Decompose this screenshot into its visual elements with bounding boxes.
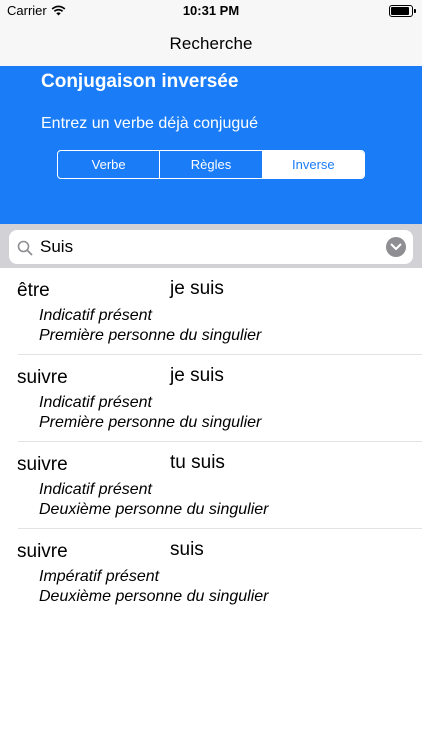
chevron-glyph [390, 243, 402, 250]
segment-inverse[interactable]: Inverse [262, 151, 364, 178]
header-subtitle: Entrez un verbe déjà conjugué [41, 115, 259, 132]
result-verb: suivre [17, 367, 68, 388]
result-person: Deuxième personne du singulier [39, 588, 269, 605]
result-form: je suis [170, 278, 224, 299]
search-icon [17, 240, 33, 256]
battery-fill [391, 7, 409, 15]
list-item[interactable]: suivre tu suis Indicatif présent Deuxièm… [0, 442, 422, 529]
header-panel: Conjugaison inversée Entrez un verbe déj… [0, 66, 422, 224]
result-form: suis [170, 539, 204, 560]
result-mode: Indicatif présent [39, 481, 152, 498]
chevron-down-icon[interactable] [386, 237, 406, 257]
segment-verbe[interactable]: Verbe [58, 151, 161, 178]
result-mode: Indicatif présent [39, 394, 152, 411]
search-input[interactable] [40, 230, 380, 264]
header-title: Conjugaison inversée [41, 71, 239, 92]
list-item[interactable]: être je suis Indicatif présent Première … [0, 268, 422, 355]
results-list: être je suis Indicatif présent Première … [0, 268, 422, 616]
list-item[interactable]: suivre je suis Indicatif présent Premièr… [0, 355, 422, 442]
search-box[interactable] [9, 230, 413, 264]
status-time: 10:31 PM [182, 3, 240, 18]
result-mode: Indicatif présent [39, 307, 152, 324]
result-person: Deuxième personne du singulier [39, 501, 269, 518]
result-verb: suivre [17, 454, 68, 475]
result-verb: suivre [17, 541, 68, 562]
result-person: Première personne du singulier [39, 414, 262, 431]
nav-bar: Recherche [0, 22, 422, 66]
segment-regles[interactable]: Règles [160, 151, 263, 178]
search-bar [0, 224, 422, 268]
result-form: je suis [170, 365, 224, 386]
mode-segmented-control: Verbe Règles Inverse [57, 150, 365, 179]
result-form: tu suis [170, 452, 225, 473]
result-mode: Impératif présent [39, 568, 160, 585]
result-verb: être [17, 280, 50, 301]
list-item[interactable]: suivre suis Impératif présent Deuxième p… [0, 529, 422, 616]
page-title: Recherche [169, 34, 253, 53]
result-person: Première personne du singulier [39, 327, 262, 344]
battery-icon [389, 5, 416, 17]
status-bar: Carrier 10:31 PM [0, 0, 422, 22]
